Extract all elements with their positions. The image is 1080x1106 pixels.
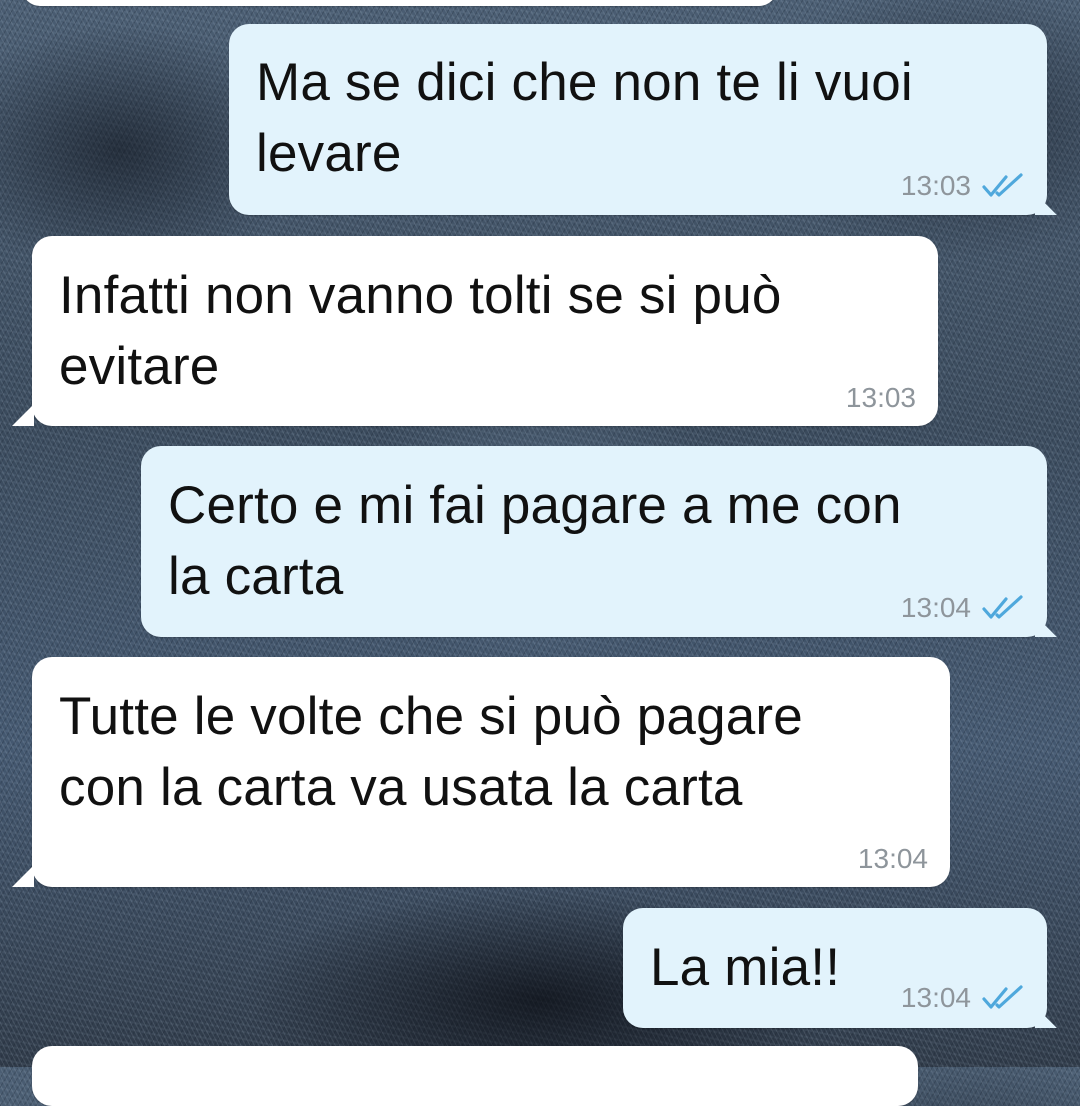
message-text: Tutte le volte che si può pagare con la … [59,687,803,817]
message-text: Infatti non vanno tolti se si può evitar… [59,266,782,396]
message-time: 13:04 [900,982,971,1013]
message-bubble-incoming[interactable] [22,0,777,6]
message-meta: 13:04 [858,843,928,875]
message-bubble-incoming[interactable]: Infatti non vanno tolti se si può evitar… [32,236,938,426]
message-time: 13:04 [900,592,971,623]
message-text: Ma se dici che non te li vuoi levare [256,53,913,183]
message-bubble-outgoing[interactable]: Certo e mi fai pagare a me con la carta … [141,446,1047,637]
double-check-icon [982,595,1023,619]
message-bubble-incoming[interactable]: Tutte le volte che si può pagare con la … [32,657,950,887]
double-check-icon [982,173,1023,197]
message-meta: 13:04 [901,982,1025,1014]
message-text: Certo e mi fai pagare a me con la carta [168,476,902,606]
message-time: 13:03 [900,170,971,201]
message-text: La mia!! [650,938,841,997]
message-bubble-outgoing[interactable]: Ma se dici che non te li vuoi levare 13:… [229,24,1047,215]
message-meta: 13:03 [901,170,1025,202]
message-bubble-incoming[interactable] [32,1046,918,1106]
double-check-icon [982,985,1023,1009]
message-meta: 13:04 [901,592,1025,624]
message-time: 13:04 [857,843,928,874]
message-time: 13:03 [845,382,916,413]
chat-conversation: Ma se dici che non te li vuoi levare 13:… [0,0,1080,1106]
message-meta: 13:03 [846,382,916,414]
message-bubble-outgoing[interactable]: La mia!! 13:04 [623,908,1047,1028]
